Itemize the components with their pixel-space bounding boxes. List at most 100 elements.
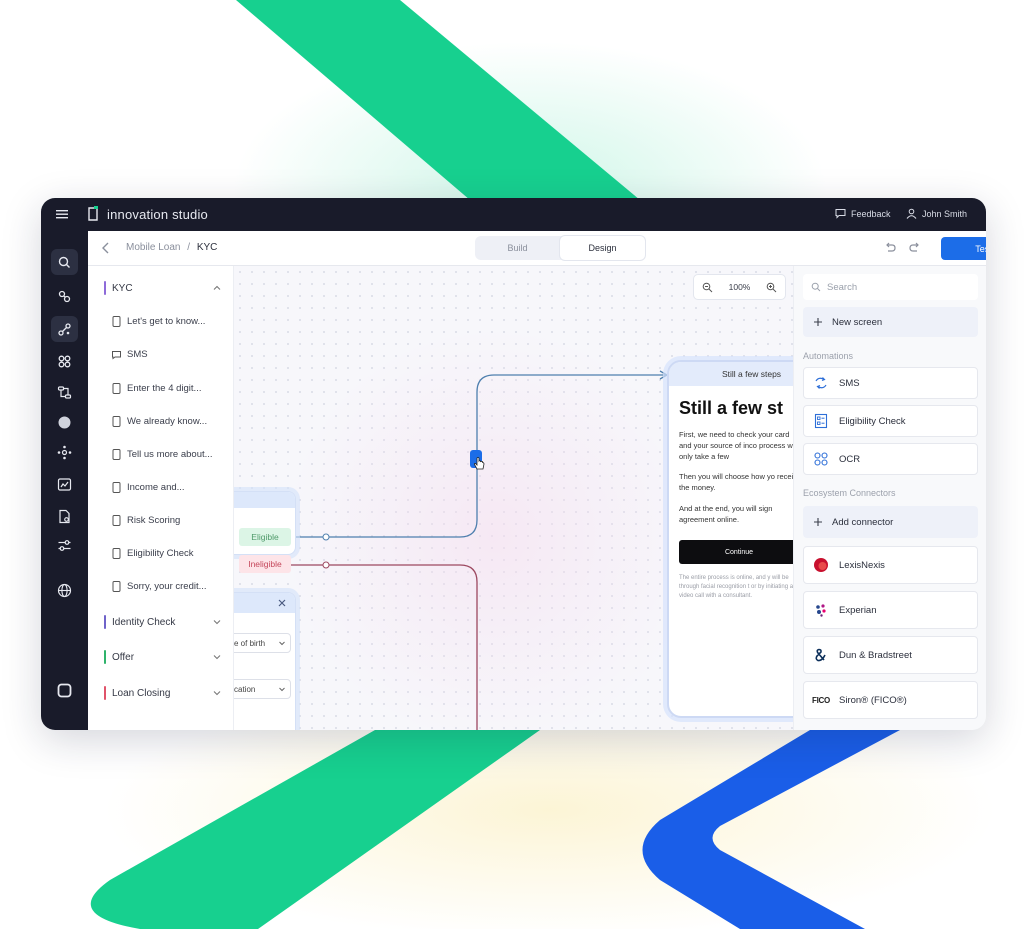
- group-label: Identity Check: [112, 616, 176, 628]
- rail-language-button[interactable]: [51, 577, 78, 603]
- zoom-in-icon[interactable]: [766, 282, 777, 293]
- ineligible-connection: [284, 564, 478, 730]
- screen-item-label: Let's get to know...: [127, 315, 206, 327]
- screen-item[interactable]: Eligibility Check: [112, 543, 230, 563]
- rail-search-button[interactable]: [51, 249, 78, 275]
- automation-sms[interactable]: SMS: [803, 367, 978, 399]
- add-connector-button[interactable]: Add connector: [803, 506, 978, 538]
- group-color-bar: [104, 686, 106, 700]
- screen-item-label: Risk Scoring: [127, 514, 181, 526]
- connector-dun-bradstreet[interactable]: Dun & Bradstreet: [803, 636, 978, 674]
- automation-eligibility-check[interactable]: Eligibility Check: [803, 405, 978, 437]
- connector-label: Experian: [839, 604, 877, 616]
- rail-components-button[interactable]: [51, 348, 78, 374]
- flow-canvas[interactable]: Eligible Ineligible e of birth cation 10…: [234, 266, 793, 730]
- hamburger-menu-icon[interactable]: [55, 207, 69, 221]
- rail-journey-button[interactable]: [51, 316, 78, 342]
- screen-item[interactable]: Tell us more about...: [112, 444, 230, 464]
- breadcrumb-parent[interactable]: Mobile Loan: [126, 242, 180, 253]
- undo-icon[interactable]: [883, 241, 897, 255]
- rail-home-button[interactable]: [51, 677, 78, 703]
- zoom-out-icon[interactable]: [702, 282, 713, 293]
- continue-button[interactable]: Continue: [679, 540, 793, 564]
- flow-icon: [58, 290, 71, 302]
- rail-network-button[interactable]: [51, 439, 78, 465]
- screen-item-label: Sorry, your credit...: [127, 580, 207, 592]
- user-menu[interactable]: John Smith: [906, 208, 967, 219]
- feedback-button[interactable]: Feedback: [835, 208, 891, 219]
- automation-ocr[interactable]: OCR: [803, 443, 978, 475]
- screen-item[interactable]: Sorry, your credit...: [112, 576, 230, 596]
- group-identity-check[interactable]: Identity Check: [104, 612, 222, 632]
- screen-item[interactable]: Let's get to know...: [112, 311, 230, 331]
- form-node[interactable]: e of birth cation: [234, 592, 296, 730]
- rail-documents-button[interactable]: [51, 503, 78, 529]
- search-input[interactable]: Search: [803, 274, 978, 300]
- group-loan-closing[interactable]: Loan Closing: [104, 683, 222, 703]
- tab-build[interactable]: Build: [475, 236, 560, 260]
- screen-preview-paragraph: First, we need to check your card and yo…: [679, 430, 793, 461]
- screen-preview-paragraph: And at the end, you will sign agreement …: [679, 504, 773, 524]
- screen-item[interactable]: Risk Scoring: [112, 510, 230, 530]
- zoom-value: 100%: [728, 282, 751, 292]
- connector-port[interactable]: [322, 561, 330, 569]
- hand-cursor-icon: [473, 457, 485, 470]
- breadcrumb: Mobile Loan / KYC: [126, 242, 217, 253]
- journey-icon: [58, 322, 71, 336]
- top-bar: innovation studio Feedback John Smith: [41, 198, 986, 231]
- sync-icon: [815, 377, 827, 389]
- phone-icon: [112, 547, 121, 559]
- connector-port[interactable]: [322, 533, 330, 541]
- app-logo-icon: [57, 683, 72, 697]
- eligible-outcome[interactable]: Eligible: [239, 528, 291, 546]
- rail-flows-button[interactable]: [51, 283, 78, 309]
- app-title: innovation studio: [107, 207, 208, 222]
- rail-analytics-button[interactable]: [51, 471, 78, 497]
- components-panel: Search New screen Automations SMS Eligib…: [793, 266, 986, 730]
- rail-integrations-button[interactable]: [51, 379, 78, 405]
- date-of-birth-select[interactable]: e of birth: [234, 633, 291, 653]
- chevron-down-icon: [213, 691, 221, 696]
- close-icon[interactable]: [277, 598, 287, 608]
- mode-tabs: Build Design: [475, 236, 645, 260]
- connector-siron-fico[interactable]: FICO Siron® (FICO®): [803, 681, 978, 719]
- new-screen-label: New screen: [832, 316, 883, 328]
- group-color-bar: [104, 650, 106, 664]
- rail-data-button[interactable]: [51, 409, 78, 435]
- screen-item[interactable]: Income and...: [112, 477, 230, 497]
- screen-preview-fine-print: The entire process is online, and y will…: [679, 575, 793, 599]
- chevron-down-icon: [279, 641, 285, 646]
- ineligible-outcome[interactable]: Ineligible: [239, 555, 291, 573]
- redo-icon[interactable]: [908, 241, 922, 255]
- fico-logo-icon: FICO: [812, 695, 830, 705]
- blue-chevron: [642, 730, 900, 929]
- group-offer[interactable]: Offer: [104, 647, 222, 667]
- breadcrumb-separator: /: [187, 242, 191, 253]
- screen-item-label: Tell us more about...: [127, 448, 213, 460]
- screen-item[interactable]: Enter the 4 digit...: [112, 378, 230, 398]
- back-chevron-icon[interactable]: [98, 240, 114, 256]
- connector-experian[interactable]: Experian: [803, 591, 978, 629]
- eligibility-node[interactable]: Eligible Ineligible: [234, 491, 296, 573]
- test-button[interactable]: Test: [941, 237, 986, 260]
- connector-label: LexisNexis: [839, 559, 885, 571]
- group-kyc[interactable]: KYC: [104, 278, 222, 298]
- connector-label: Siron® (FICO®): [839, 694, 907, 706]
- screen-preview-header: Still a few steps: [669, 362, 793, 386]
- new-screen-button[interactable]: New screen: [803, 307, 978, 337]
- location-select[interactable]: cation: [234, 679, 291, 699]
- phone-icon: [112, 315, 121, 327]
- chevron-down-icon: [279, 687, 285, 692]
- lexisnexis-logo-icon: [814, 558, 828, 572]
- tab-design[interactable]: Design: [560, 236, 645, 260]
- components-icon: [58, 355, 71, 367]
- search-icon: [811, 282, 821, 292]
- screen-preview-card[interactable]: Still a few steps Still a few st First, …: [667, 360, 793, 718]
- network-icon: [57, 445, 72, 459]
- screen-item[interactable]: SMS: [112, 344, 230, 364]
- rail-settings-button[interactable]: [51, 532, 78, 558]
- green-stripe-bottom: [90, 730, 540, 929]
- screen-item[interactable]: We already know...: [112, 411, 230, 431]
- connector-lexisnexis[interactable]: LexisNexis: [803, 546, 978, 584]
- group-label: Offer: [112, 651, 135, 663]
